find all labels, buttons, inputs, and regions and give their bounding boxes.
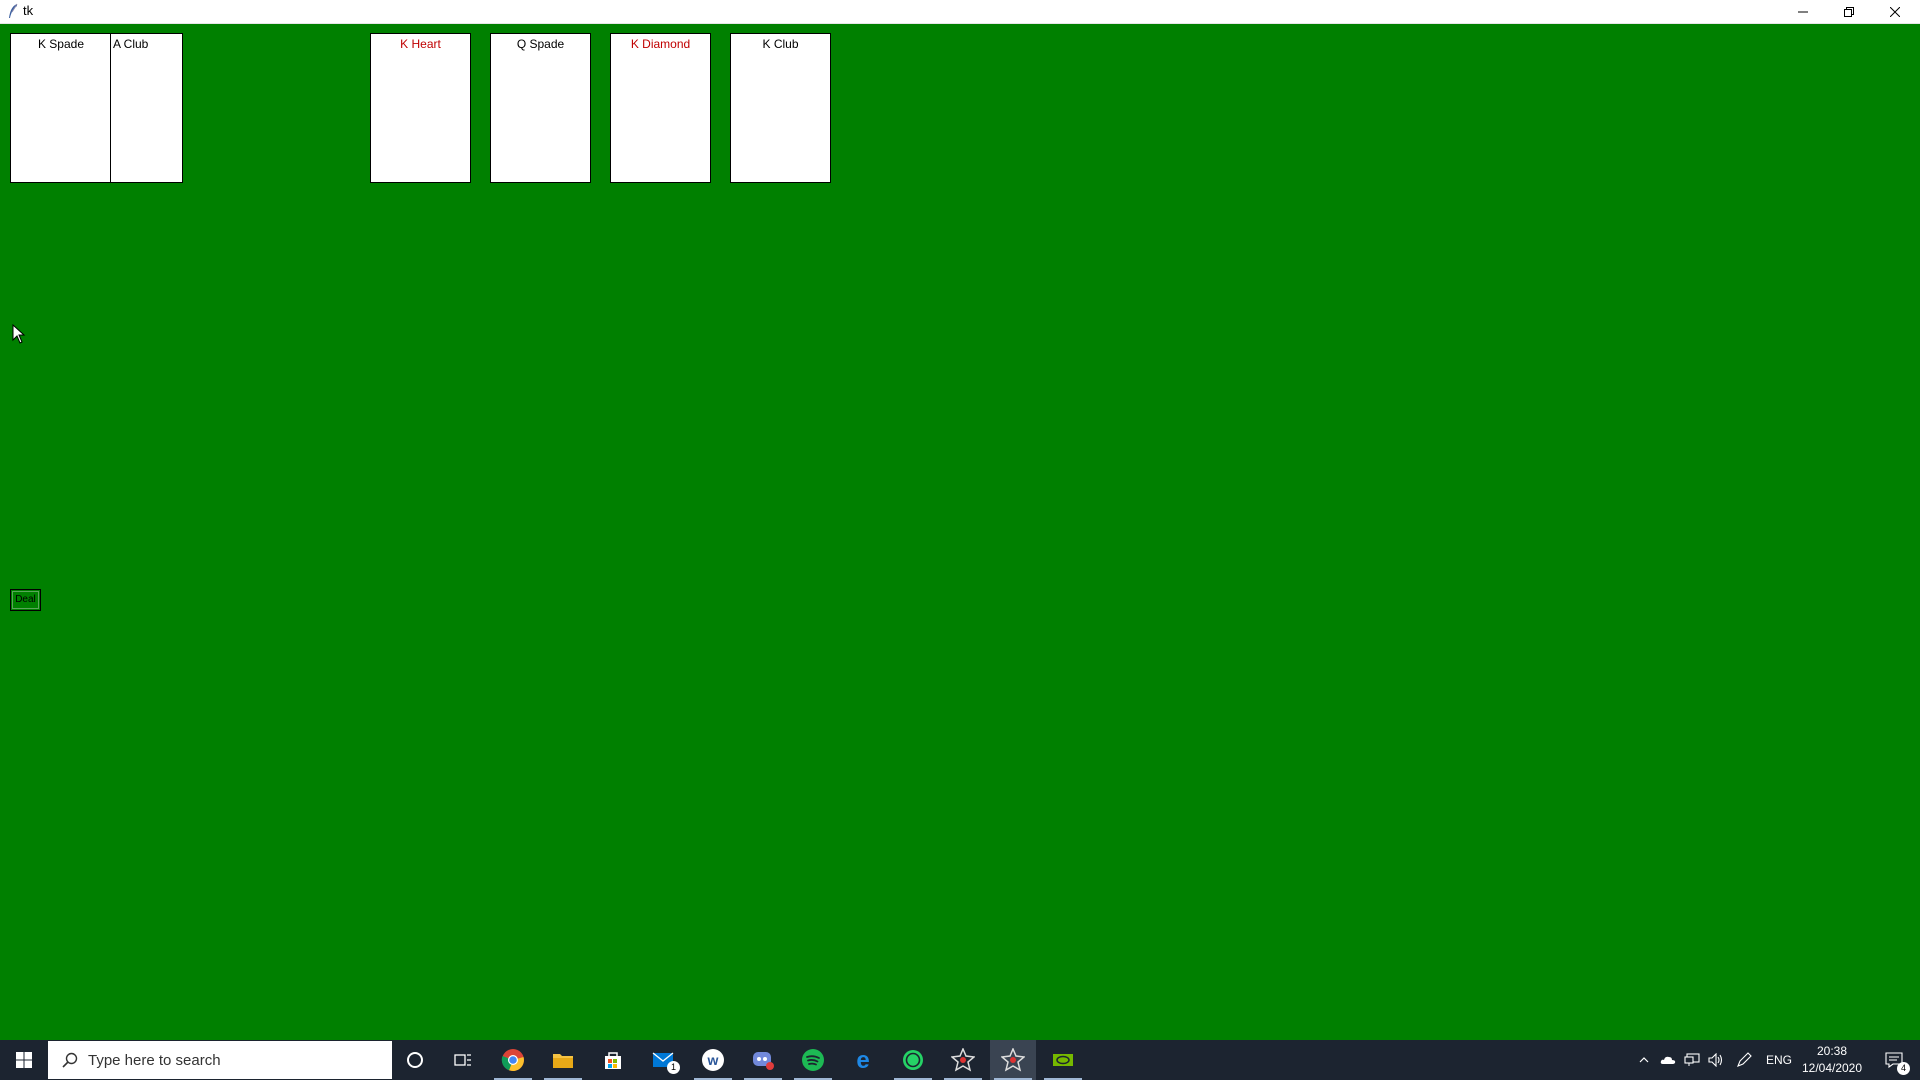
file-explorer-icon bbox=[553, 1054, 573, 1068]
chrome-icon bbox=[501, 1049, 524, 1072]
spotify-icon bbox=[802, 1049, 824, 1071]
store-icon bbox=[605, 1052, 621, 1069]
card-label: K Heart bbox=[400, 37, 441, 51]
taskbar-app-mail[interactable]: 1 bbox=[640, 1040, 686, 1080]
clock-date: 12/04/2020 bbox=[1801, 1061, 1863, 1075]
tableau-card-q-spade[interactable]: Q Spade bbox=[490, 33, 591, 183]
search-icon bbox=[62, 1052, 78, 1068]
svg-text:e: e bbox=[856, 1048, 869, 1072]
edge-icon: e bbox=[856, 1048, 869, 1072]
python-settings-icon bbox=[1001, 1048, 1025, 1072]
taskbar-app-nvidia[interactable] bbox=[1040, 1040, 1086, 1080]
task-view-button[interactable] bbox=[440, 1040, 486, 1080]
taskbar: Type here to search 1 w e ENG 20:38 12/0… bbox=[0, 1040, 1920, 1080]
taskbar-app-python[interactable] bbox=[940, 1040, 986, 1080]
close-button[interactable] bbox=[1872, 0, 1918, 23]
network-icon bbox=[1684, 1053, 1700, 1066]
search-placeholder: Type here to search bbox=[88, 1051, 221, 1069]
discord-icon bbox=[753, 1052, 774, 1070]
start-button[interactable] bbox=[0, 1040, 48, 1080]
taskbar-app-word[interactable]: w bbox=[690, 1040, 736, 1080]
restore-icon bbox=[1844, 6, 1854, 17]
close-icon bbox=[1890, 6, 1900, 17]
taskbar-app-discord[interactable] bbox=[740, 1040, 786, 1080]
deal-button[interactable]: Deal bbox=[10, 589, 41, 611]
restore-button[interactable] bbox=[1826, 0, 1872, 23]
card-label: K Club bbox=[762, 37, 799, 51]
card-label: Q Spade bbox=[516, 37, 565, 51]
speaker-icon bbox=[1708, 1053, 1723, 1067]
taskbar-app-spotify[interactable] bbox=[790, 1040, 836, 1080]
taskbar-app-python-active[interactable] bbox=[990, 1040, 1036, 1080]
cortana-button[interactable] bbox=[392, 1040, 438, 1080]
whatsapp-icon bbox=[903, 1050, 923, 1070]
taskbar-app-file-explorer[interactable] bbox=[540, 1040, 586, 1080]
taskbar-clock[interactable]: 20:38 12/04/2020 bbox=[1794, 1043, 1870, 1077]
notifications-badge: 4 bbox=[1897, 1062, 1910, 1075]
minimize-icon bbox=[1798, 11, 1808, 12]
game-canvas[interactable]: K Spade A Club K Heart Q Spade K Diamond… bbox=[0, 24, 1920, 1039]
stock-card-k-spade[interactable]: K Spade bbox=[10, 33, 112, 183]
taskbar-app-store[interactable] bbox=[590, 1040, 636, 1080]
task-view-icon bbox=[454, 1054, 471, 1066]
clock-time: 20:38 bbox=[1816, 1044, 1848, 1058]
card-label: K Diamond bbox=[630, 37, 691, 51]
input-language-button[interactable]: ENG bbox=[1764, 1040, 1794, 1080]
tableau-card-k-diamond[interactable]: K Diamond bbox=[610, 33, 711, 183]
card-label: K Spade bbox=[37, 37, 85, 51]
tableau-card-k-heart[interactable]: K Heart bbox=[370, 33, 471, 183]
card-label: A Club bbox=[113, 37, 149, 51]
cortana-icon bbox=[407, 1052, 423, 1068]
volume-button[interactable] bbox=[1706, 1040, 1726, 1080]
svg-text:w: w bbox=[707, 1052, 719, 1068]
taskbar-app-whatsapp[interactable] bbox=[890, 1040, 936, 1080]
cloud-icon bbox=[1660, 1056, 1676, 1064]
network-button[interactable] bbox=[1682, 1040, 1702, 1080]
nvidia-icon bbox=[1053, 1054, 1073, 1066]
tk-feather-icon bbox=[9, 3, 18, 18]
mouse-cursor-icon bbox=[12, 324, 26, 344]
python-settings-icon bbox=[951, 1048, 975, 1072]
chevron-up-icon bbox=[1639, 1057, 1649, 1063]
action-center-button[interactable]: 4 bbox=[1874, 1040, 1914, 1080]
mail-badge: 1 bbox=[667, 1061, 680, 1074]
taskbar-search-box[interactable]: Type here to search bbox=[48, 1041, 392, 1079]
taskbar-app-edge[interactable]: e bbox=[840, 1040, 886, 1080]
show-hidden-icons-button[interactable] bbox=[1636, 1040, 1652, 1080]
word-icon: w bbox=[702, 1049, 724, 1071]
taskbar-app-chrome[interactable] bbox=[490, 1040, 536, 1080]
tableau-card-k-club[interactable]: K Club bbox=[730, 33, 831, 183]
pen-workspace-button[interactable] bbox=[1734, 1040, 1754, 1080]
stock-card-a-club[interactable]: A Club bbox=[110, 33, 183, 183]
window-title-bar: tk bbox=[0, 0, 1920, 24]
window-title: tk bbox=[23, 3, 34, 18]
minimize-button[interactable] bbox=[1780, 0, 1826, 23]
windows-logo-icon bbox=[16, 1052, 32, 1068]
onedrive-button[interactable] bbox=[1658, 1040, 1678, 1080]
pen-icon bbox=[1737, 1052, 1752, 1067]
